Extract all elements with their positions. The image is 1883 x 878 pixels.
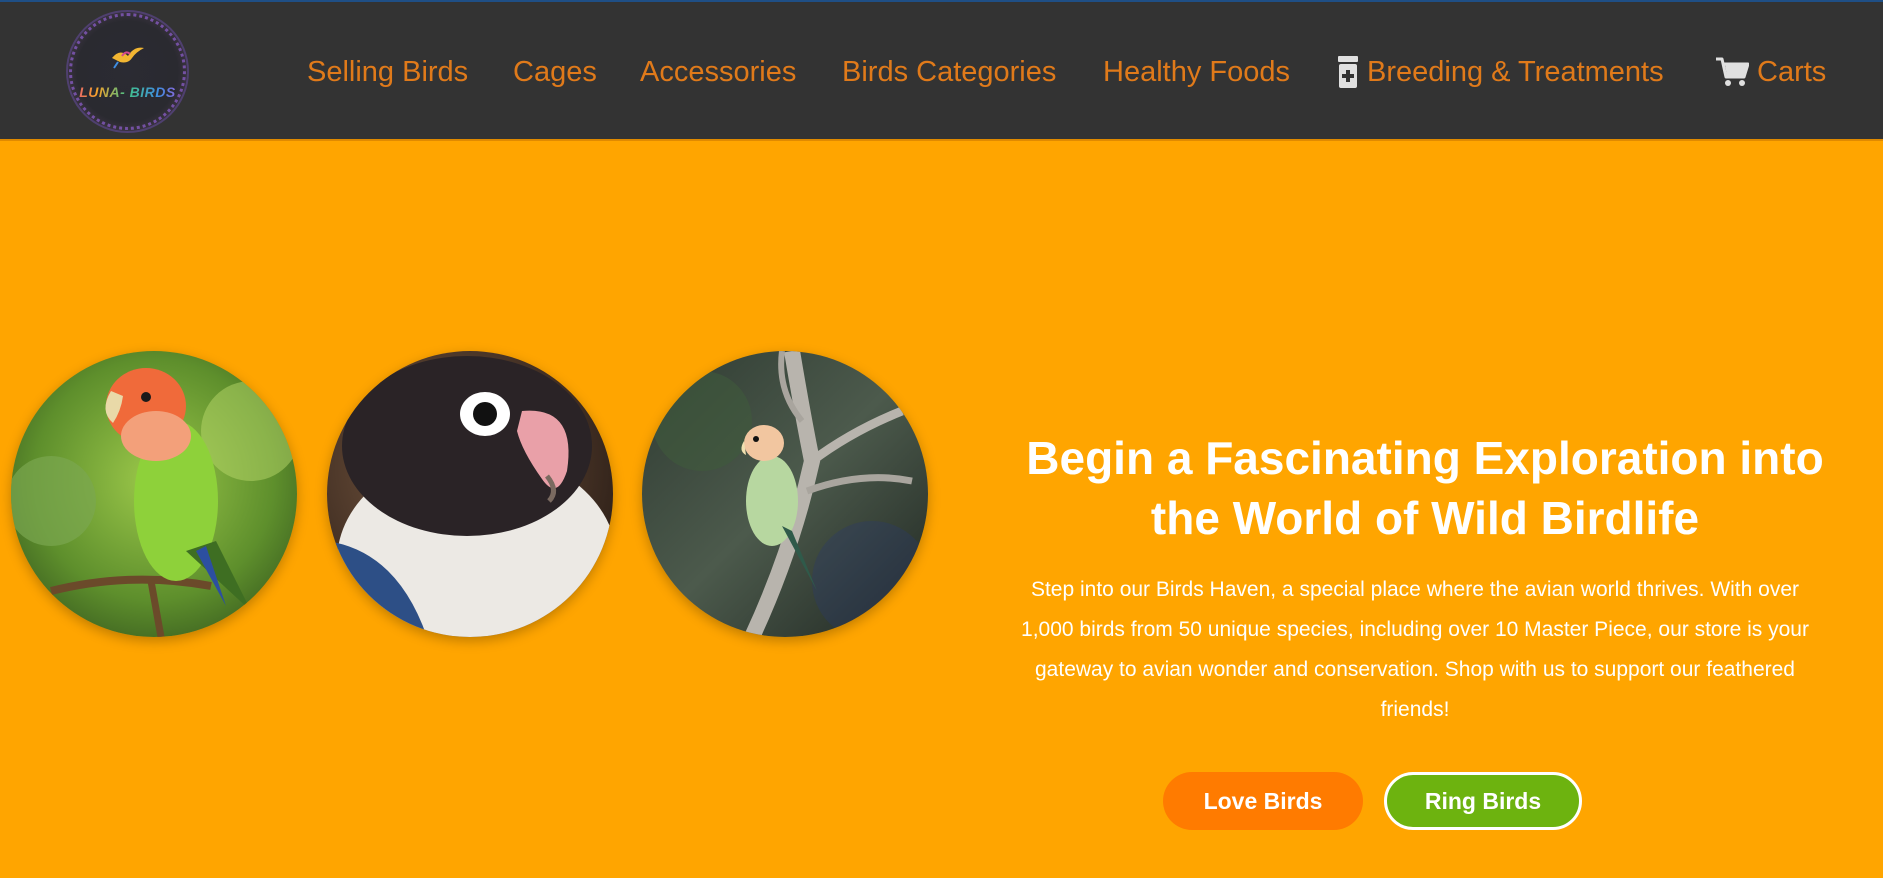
- logo-ring: [69, 13, 186, 130]
- nav-item-cages[interactable]: Cages: [513, 56, 597, 89]
- nav-item-healthy-foods[interactable]: Healthy Foods: [1103, 56, 1290, 89]
- nav-item-label: Cages: [513, 55, 597, 88]
- top-navigation-bar: LUNA- BIRDS Selling Birds Cages Accessor…: [0, 0, 1883, 139]
- nav-item-label: Healthy Foods: [1103, 55, 1290, 88]
- hero-heading-line-1: Begin a Fascinating Exploration into: [1026, 432, 1824, 484]
- logo-text: LUNA- BIRDS: [66, 84, 189, 100]
- shopping-cart-icon: [1716, 57, 1749, 86]
- hero-description: Step into our Birds Haven, a special pla…: [1021, 578, 1809, 721]
- header-divider: [0, 139, 1883, 141]
- hero-heading-line-2: the World of Wild Birdlife: [1150, 492, 1700, 544]
- medicine-bottle-icon: [1338, 56, 1358, 88]
- masked-lovebird-photo: [327, 351, 613, 637]
- bird-icon: [112, 47, 144, 69]
- ring-birds-button[interactable]: Ring Birds: [1384, 772, 1582, 830]
- peach-faced-lovebird-photo: [11, 351, 297, 637]
- nav-item-carts[interactable]: Carts: [1715, 56, 1826, 89]
- hero-heading: Begin a Fascinating Exploration into the…: [990, 428, 1860, 548]
- nav-item-breeding-treatments[interactable]: Breeding & Treatments: [1337, 56, 1664, 89]
- nav-item-accessories[interactable]: Accessories: [640, 56, 796, 89]
- love-birds-button[interactable]: Love Birds: [1163, 772, 1363, 830]
- nav-item-label: Birds Categories: [842, 55, 1057, 88]
- nav-item-selling-birds[interactable]: Selling Birds: [307, 56, 468, 89]
- lovebird-on-branch-photo: [642, 351, 928, 637]
- nav-item-label: Breeding & Treatments: [1367, 55, 1664, 88]
- nav-item-label: Accessories: [640, 55, 797, 88]
- nav-item-label: Selling Birds: [307, 55, 469, 88]
- nav-item-birds-categories[interactable]: Birds Categories: [842, 56, 1056, 89]
- luna-birds-logo[interactable]: LUNA- BIRDS: [66, 10, 189, 133]
- nav-item-label: Carts: [1757, 55, 1827, 88]
